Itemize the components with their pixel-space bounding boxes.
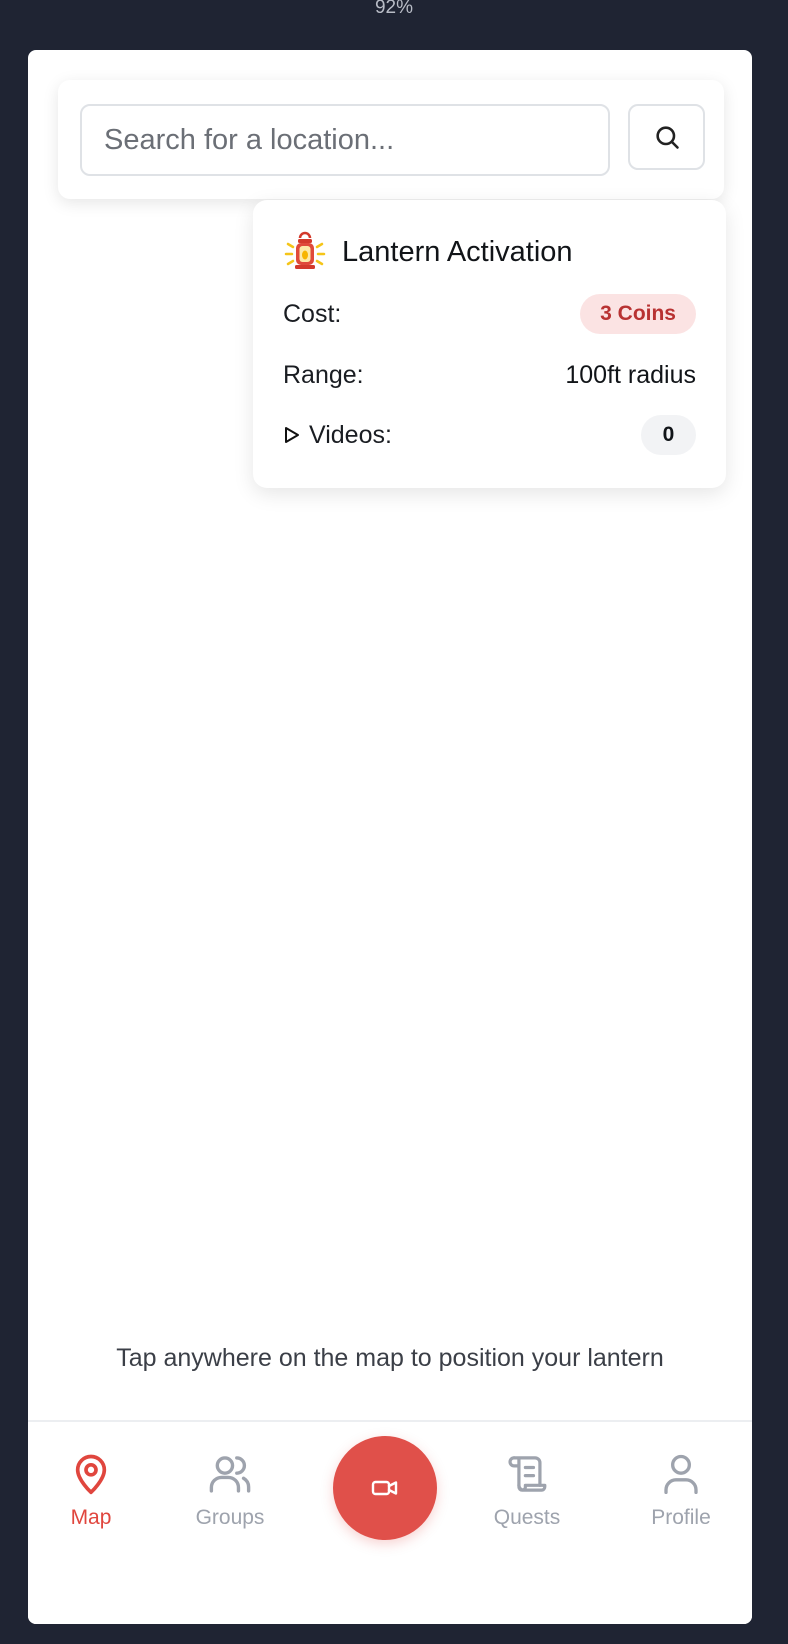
cost-label: Cost: (283, 299, 342, 328)
nav-item-quests[interactable]: Quests (467, 1452, 587, 1530)
bottom-navigation: Map Groups Quests Profile (28, 1420, 752, 1624)
nav-label-quests: Quests (493, 1506, 561, 1529)
nav-label-map: Map (70, 1506, 112, 1529)
nav-item-groups[interactable]: Groups (170, 1452, 290, 1530)
user-icon (664, 1454, 698, 1494)
search-icon (655, 126, 679, 149)
videos-row[interactable]: Videos: 0 (283, 414, 696, 456)
play-triangle-icon (285, 427, 299, 443)
record-video-button[interactable] (333, 1436, 437, 1540)
card-title: Lantern Activation (342, 235, 573, 268)
cost-badge: 3 Coins (580, 294, 696, 334)
nav-label-groups: Groups (195, 1506, 265, 1529)
nav-label-profile: Profile (651, 1506, 711, 1529)
range-value: 100ft radius (565, 360, 696, 389)
video-camera-icon (371, 1480, 398, 1496)
app-screen: Lantern Activation Cost: 3 Coins Range: … (28, 50, 752, 1624)
range-row: Range: 100ft radius (283, 355, 696, 395)
nav-item-profile[interactable]: Profile (621, 1452, 741, 1530)
search-panel (58, 80, 724, 199)
map-hint: Tap anywhere on the map to position your… (116, 1344, 664, 1372)
lantern-icon (284, 231, 326, 269)
videos-count-badge: 0 (641, 415, 696, 455)
videos-label: Videos: (309, 420, 392, 449)
search-input[interactable] (80, 104, 610, 176)
videos-toggle[interactable]: Videos: (283, 421, 392, 450)
nav-item-map[interactable]: Map (31, 1452, 151, 1530)
battery-percentage: 92% (374, 0, 414, 18)
map-pin-icon (75, 1454, 107, 1495)
range-label: Range: (283, 360, 364, 389)
cost-row: Cost: 3 Coins (283, 294, 696, 334)
scroll-icon (508, 1456, 547, 1492)
card-header: Lantern Activation (283, 230, 573, 274)
users-icon (209, 1456, 251, 1493)
lantern-activation-card: Lantern Activation Cost: 3 Coins Range: … (253, 200, 726, 488)
search-button[interactable] (628, 104, 705, 170)
